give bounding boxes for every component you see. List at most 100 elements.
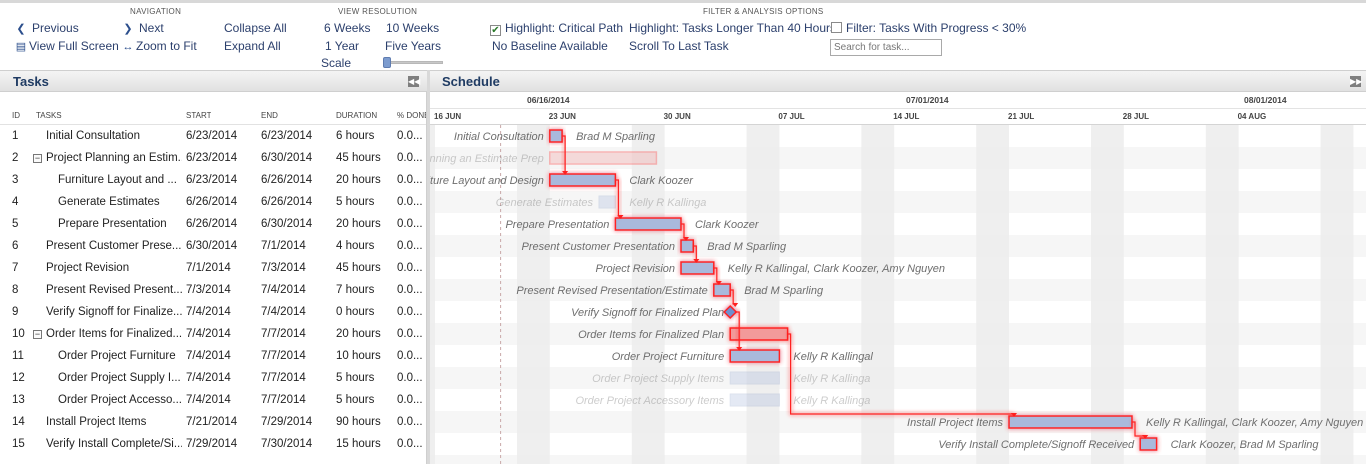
task-bar[interactable] <box>729 371 780 385</box>
task-bar[interactable] <box>680 261 715 275</box>
filter-progress-checkbox[interactable]: Filter: Tasks With Progress < 30% <box>831 21 1026 35</box>
bar-resource-label: Brad M Sparling <box>707 241 787 253</box>
ten-weeks-button[interactable]: 10 Weeks <box>386 21 439 35</box>
task-duration-cell: 20 hours <box>336 328 381 340</box>
task-done-cell: 0.0... <box>397 372 423 384</box>
column-header-duration[interactable]: DURATION <box>336 111 377 120</box>
collapse-toggle-icon[interactable]: − <box>33 154 42 163</box>
zoom-to-fit-label: Zoom to Fit <box>136 39 197 53</box>
task-end-cell: 7/29/2014 <box>261 416 313 428</box>
checkbox-checked-icon[interactable]: ✔ <box>490 25 501 36</box>
table-row[interactable]: 15 Verify Install Complete/Si... 7/29/2014… <box>0 433 426 455</box>
collapse-right-icon[interactable]: ▶▶ <box>1350 76 1362 87</box>
collapse-left-icon[interactable]: ◀◀ <box>408 76 420 87</box>
task-id-cell: 7 <box>12 262 19 274</box>
column-header-end[interactable]: END <box>261 111 278 120</box>
tasks-panel-title: Tasks <box>13 74 49 89</box>
bar-resource-label: Kelly R Kallingal, Clark Koozer, Amy Ngu… <box>1146 417 1363 429</box>
table-row[interactable]: 11 Order Project Furniture 7/4/2014 7/7/201… <box>0 345 426 367</box>
task-end-cell: 7/7/2014 <box>261 394 306 406</box>
task-duration-cell: 90 hours <box>336 416 381 428</box>
task-id-cell: 4 <box>12 196 19 208</box>
task-bar[interactable] <box>729 349 781 363</box>
next-button[interactable]: ❯ Next <box>122 21 163 35</box>
table-row[interactable]: 12 Order Project Supply I... 7/4/2014 7/7/2… <box>0 367 426 389</box>
task-end-cell: 7/4/2014 <box>261 284 306 296</box>
task-bar[interactable] <box>729 393 780 407</box>
task-id-cell: 12 <box>12 372 25 384</box>
zoom-to-fit-button[interactable]: ↔ Zoom to Fit <box>122 39 197 53</box>
bar-task-label: Order Project Furniture <box>612 351 724 363</box>
task-start-cell: 6/23/2014 <box>186 174 238 186</box>
previous-button[interactable]: ❮ Previous <box>15 21 78 35</box>
search-task-input[interactable] <box>830 39 942 56</box>
column-header-start[interactable]: START <box>186 111 211 120</box>
task-bar[interactable] <box>614 217 682 231</box>
five-years-button[interactable]: Five Years <box>385 39 441 53</box>
column-header-tasks[interactable]: TASKS <box>36 111 62 120</box>
task-name-cell: Verify Signoff for Finalize... <box>46 306 182 318</box>
task-start-cell: 6/30/2014 <box>186 240 238 252</box>
one-year-button[interactable]: 1 Year <box>325 39 359 53</box>
task-done-cell: 0.0... <box>397 262 423 274</box>
bar-task-label: Project Revision <box>596 263 675 275</box>
table-row[interactable]: 5 Prepare Presentation 6/26/2014 6/30/2014 2… <box>0 213 426 235</box>
task-done-cell: 0.0... <box>397 130 423 142</box>
milestone-diamond[interactable] <box>723 304 738 320</box>
bar-task-label: Generate Estimates <box>496 197 594 209</box>
task-bar[interactable] <box>549 129 563 143</box>
task-duration-cell: 45 hours <box>336 152 381 164</box>
table-row[interactable]: 8 Present Revised Present... 7/3/2014 7/4/2… <box>0 279 426 301</box>
scale-slider-thumb[interactable] <box>383 57 391 68</box>
weekend-column <box>861 125 895 464</box>
task-name-cell: Present Customer Prese... <box>46 240 182 252</box>
task-name-cell: Project Planning an Estim... <box>46 152 182 164</box>
table-row[interactable]: 2 Project Planning an Estim... − 6/23/2014 6… <box>0 147 426 169</box>
task-name-cell: Install Project Items <box>46 416 147 428</box>
expand-all-button[interactable]: Expand All <box>224 39 281 53</box>
task-start-cell: 7/3/2014 <box>186 284 231 296</box>
column-header-done[interactable]: % DONE <box>397 111 426 120</box>
summary-bar[interactable] <box>549 151 658 165</box>
bar-task-label: Verify Signoff for Finalized Plan <box>571 307 724 319</box>
collapse-all-button[interactable]: Collapse All <box>224 21 287 35</box>
task-start-cell: 7/4/2014 <box>186 328 231 340</box>
highlight-critical-path-checkbox[interactable]: ✔ Highlight: Critical Path <box>490 21 623 36</box>
six-weeks-button[interactable]: 6 Weeks <box>324 21 370 35</box>
bar-task-label: Prepare Presentation <box>505 219 609 231</box>
task-start-cell: 7/29/2014 <box>186 438 238 450</box>
bar-task-label: Initial Consultation <box>454 131 544 143</box>
task-bar[interactable] <box>598 195 616 209</box>
month-label: 08/01/2014 <box>1244 95 1287 105</box>
checkbox-unchecked-icon[interactable] <box>831 22 842 33</box>
timeline-header: 06/16/2014 07/01/2014 08/01/2014 16 JUN 23 J… <box>430 92 1366 125</box>
task-duration-cell: 45 hours <box>336 262 381 274</box>
highlight-long-tasks-button[interactable]: Highlight: Tasks Longer Than 40 Hours <box>629 21 836 35</box>
task-bar[interactable] <box>549 173 617 187</box>
table-row[interactable]: 13 Order Project Accesso... 7/4/2014 7/7/20… <box>0 389 426 411</box>
collapse-toggle-icon[interactable]: − <box>33 330 42 339</box>
view-full-screen-button[interactable]: ▤ View Full Screen <box>15 39 119 53</box>
table-row[interactable]: 4 Generate Estimates 6/26/2014 6/26/2014 5 h… <box>0 191 426 213</box>
week-label: 14 JUL <box>893 112 920 121</box>
task-duration-cell: 6 hours <box>336 130 375 142</box>
task-bar[interactable] <box>1008 415 1133 429</box>
scroll-to-last-task-button[interactable]: Scroll To Last Task <box>629 39 729 53</box>
bar-task-label: Order Project Supply Items <box>592 373 725 385</box>
table-row[interactable]: 14 Install Project Items 7/21/2014 7/29/201… <box>0 411 426 433</box>
table-row[interactable]: 10 Order Items for Finalized... − 7/4/2014 7… <box>0 323 426 345</box>
filter-progress-label: Filter: Tasks With Progress < 30% <box>846 21 1027 35</box>
task-bar[interactable] <box>1139 437 1158 451</box>
task-end-cell: 6/26/2014 <box>261 196 313 208</box>
table-row[interactable]: 7 Project Revision 7/1/2014 7/3/2014 45 hour… <box>0 257 426 279</box>
table-row[interactable]: 6 Present Customer Prese... 6/30/2014 7/1/2… <box>0 235 426 257</box>
task-bar[interactable] <box>680 239 695 253</box>
month-label: 06/16/2014 <box>527 95 570 105</box>
task-bar[interactable] <box>713 283 731 297</box>
table-row[interactable]: 9 Verify Signoff for Finalize... 7/4/2014 7… <box>0 301 426 323</box>
table-row[interactable]: 1 Initial Consultation 6/23/2014 6/23/2014 6… <box>0 125 426 147</box>
scale-slider[interactable] <box>383 57 443 68</box>
table-row[interactable]: 3 Furniture Layout and ... 6/23/2014 6/26/2… <box>0 169 426 191</box>
column-header-id[interactable]: ID <box>12 111 20 120</box>
task-end-cell: 6/30/2014 <box>261 152 313 164</box>
